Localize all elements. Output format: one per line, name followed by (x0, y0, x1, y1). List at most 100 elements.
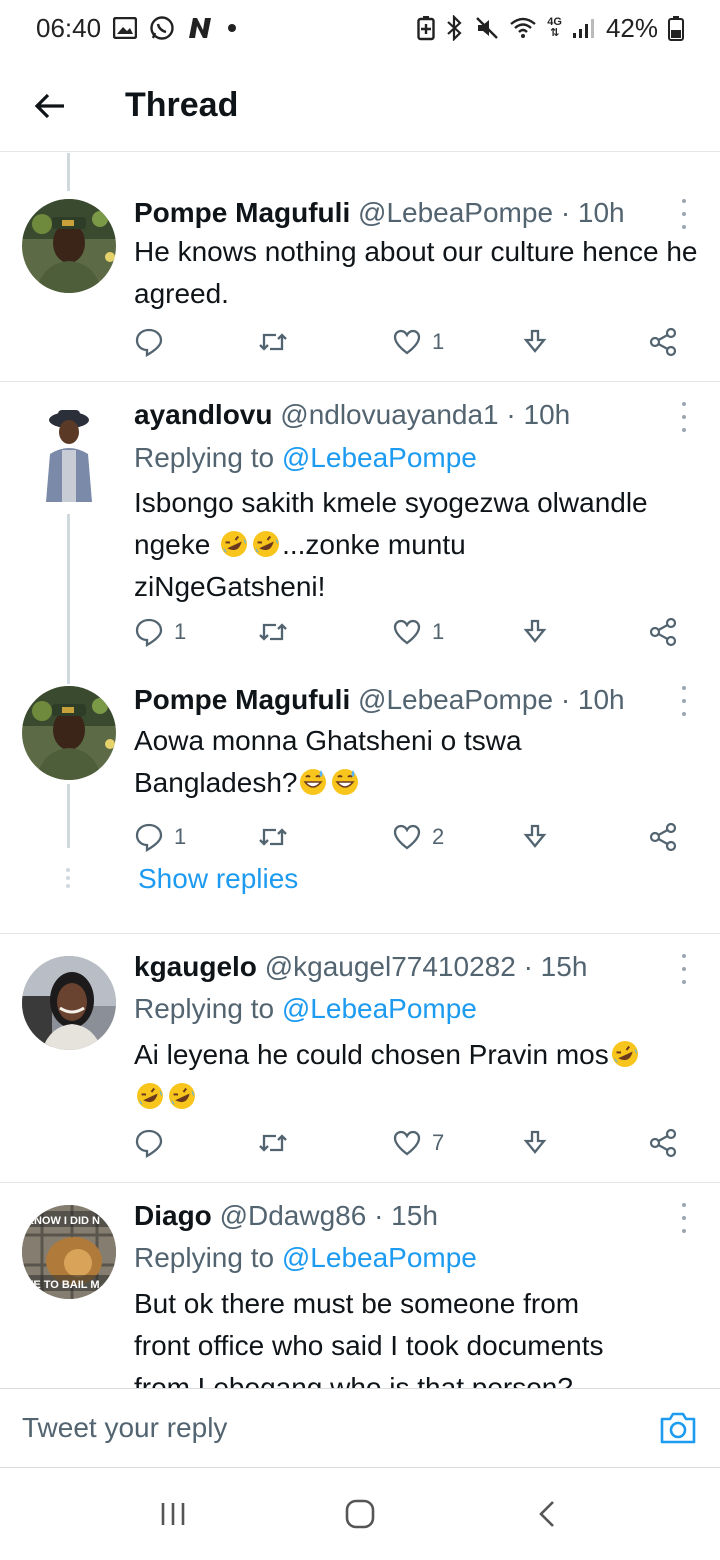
arrow-left-icon (34, 93, 64, 118)
sweat-smile-emoji-icon (332, 769, 359, 795)
reply-button[interactable]: 1 (134, 617, 186, 647)
reply-input[interactable] (22, 1398, 582, 1458)
tweet-item[interactable]: ayandlovu @ndlovuayanda1 · 10h Replying … (0, 382, 720, 672)
tweet-item[interactable]: Pompe Magufuli @LebeaPompe · 10h He know… (0, 153, 720, 382)
like-button[interactable]: 1 (392, 617, 444, 647)
author-handle[interactable]: @ndlovuayanda1 (280, 399, 498, 430)
share-button[interactable] (648, 327, 678, 357)
tweet-item[interactable]: Pompe Magufuli @LebeaPompe · 10h Aowa mo… (0, 672, 720, 934)
tweet-time: · 10h (560, 197, 625, 228)
bookmark-button[interactable] (520, 617, 550, 647)
show-replies-link[interactable]: Show replies (138, 863, 298, 895)
avatar[interactable] (22, 686, 116, 780)
rofl-emoji-icon (169, 1083, 195, 1109)
share-button[interactable] (648, 822, 678, 852)
avatar[interactable] (36, 404, 102, 502)
replying-to: Replying to @LebeaPompe (134, 993, 477, 1025)
share-button[interactable] (648, 617, 678, 647)
thread-connector-line (67, 153, 70, 191)
bookmark-button[interactable] (520, 1128, 550, 1158)
tweet-actions: 1 2 (134, 822, 694, 862)
more-options-button[interactable] (674, 199, 694, 229)
dot (682, 686, 686, 690)
tweet-item[interactable]: kgaugelo @kgaugel77410282 · 15h Replying… (0, 934, 720, 1183)
page-title: Thread (125, 86, 239, 124)
replying-handle[interactable]: @LebeaPompe (282, 993, 477, 1024)
rofl-emoji-icon (137, 1083, 163, 1109)
battery-saver-icon (417, 15, 435, 41)
tweet-header: Pompe Magufuli @LebeaPompe · 10h (134, 684, 660, 716)
retweet-button[interactable] (258, 327, 298, 357)
reply-icon (135, 618, 163, 647)
tweet-header: Pompe Magufuli @LebeaPompe · 10h (134, 197, 660, 229)
like-button[interactable]: 1 (392, 327, 444, 357)
like-button[interactable]: 7 (392, 1128, 444, 1158)
dot (682, 954, 686, 958)
retweet-button[interactable] (258, 822, 298, 852)
camera-button[interactable] (658, 1408, 698, 1448)
rofl-emoji-icon (221, 531, 248, 557)
tweet-item[interactable]: KNOW I DID N VE TO BAIL M Diago @Ddawg86… (0, 1183, 720, 1388)
tweet-time: · 10h (560, 684, 625, 715)
more-options-button[interactable] (674, 402, 694, 432)
avatar[interactable] (22, 956, 116, 1050)
tweet-text-line: But ok there must be someone from (134, 1288, 580, 1319)
system-nav-bar (0, 1468, 720, 1560)
back-button[interactable] (20, 76, 80, 136)
recent-apps-button[interactable] (143, 1484, 203, 1544)
rofl-emoji-icon (611, 1041, 638, 1067)
share-icon (649, 617, 677, 647)
like-count: 1 (432, 619, 445, 644)
avatar[interactable] (22, 199, 116, 293)
tweet-text-line: Ai leyena he could chosen Pravin mos (134, 1034, 699, 1076)
tweet-text-line: front office who said I took documents (134, 1330, 604, 1361)
retweet-button[interactable] (258, 1128, 298, 1158)
status-time: 06:40 (36, 12, 102, 43)
download-icon (523, 824, 547, 848)
reply-button[interactable] (134, 1128, 174, 1158)
heart-icon (393, 1130, 421, 1156)
author-name[interactable]: Pompe Magufuli (134, 684, 350, 715)
avatar[interactable]: KNOW I DID N VE TO BAIL M (22, 1205, 116, 1299)
like-button[interactable]: 2 (392, 822, 444, 852)
reply-button[interactable]: 1 (134, 822, 186, 852)
bookmark-button[interactable] (520, 327, 550, 357)
more-options-button[interactable] (674, 1203, 694, 1233)
author-handle[interactable]: @LebeaPompe (358, 197, 553, 228)
home-button[interactable] (330, 1484, 390, 1544)
author-handle[interactable]: @kgaugel77410282 (265, 951, 516, 982)
rofl-emoji-icon (253, 531, 280, 557)
download-icon (523, 1130, 547, 1154)
dot (682, 980, 686, 984)
data-arrows-icon: ⇅ (550, 27, 560, 39)
tweet-header: ayandlovu @ndlovuayanda1 · 10h (134, 399, 660, 431)
tweet-text-line: ziNgeGatsheni! (134, 571, 326, 602)
battery-icon (668, 15, 684, 41)
system-back-button[interactable] (517, 1484, 577, 1544)
replying-handle[interactable]: @LebeaPompe (282, 442, 477, 473)
more-options-button[interactable] (674, 954, 694, 984)
tweet-text: But ok there must be someone from front … (134, 1283, 699, 1388)
share-button[interactable] (648, 1128, 678, 1158)
author-name[interactable]: ayandlovu (134, 399, 272, 430)
thread-connector-line (67, 784, 70, 848)
replying-label: Replying to (134, 993, 275, 1024)
replying-label: Replying to (134, 442, 275, 473)
like-count: 1 (432, 329, 445, 354)
dot (66, 876, 70, 880)
author-name[interactable]: kgaugelo (134, 951, 257, 982)
reply-button[interactable] (134, 327, 174, 357)
bookmark-button[interactable] (520, 822, 550, 852)
author-handle[interactable]: @LebeaPompe (358, 684, 553, 715)
author-name[interactable]: Diago (134, 1200, 212, 1231)
retweet-button[interactable] (258, 617, 298, 647)
more-options-button[interactable] (674, 686, 694, 716)
author-name[interactable]: Pompe Magufuli (134, 197, 350, 228)
tweet-time: · 15h (374, 1200, 438, 1231)
author-handle[interactable]: @Ddawg86 (220, 1200, 367, 1231)
dot (682, 415, 686, 419)
avatar-caption-bottom: VE TO BAIL M (26, 1279, 100, 1291)
thread-list[interactable]: Pompe Magufuli @LebeaPompe · 10h He know… (0, 153, 720, 1388)
replying-handle[interactable]: @LebeaPompe (282, 1242, 477, 1273)
tweet-header: kgaugelo @kgaugel77410282 · 15h (134, 951, 660, 983)
